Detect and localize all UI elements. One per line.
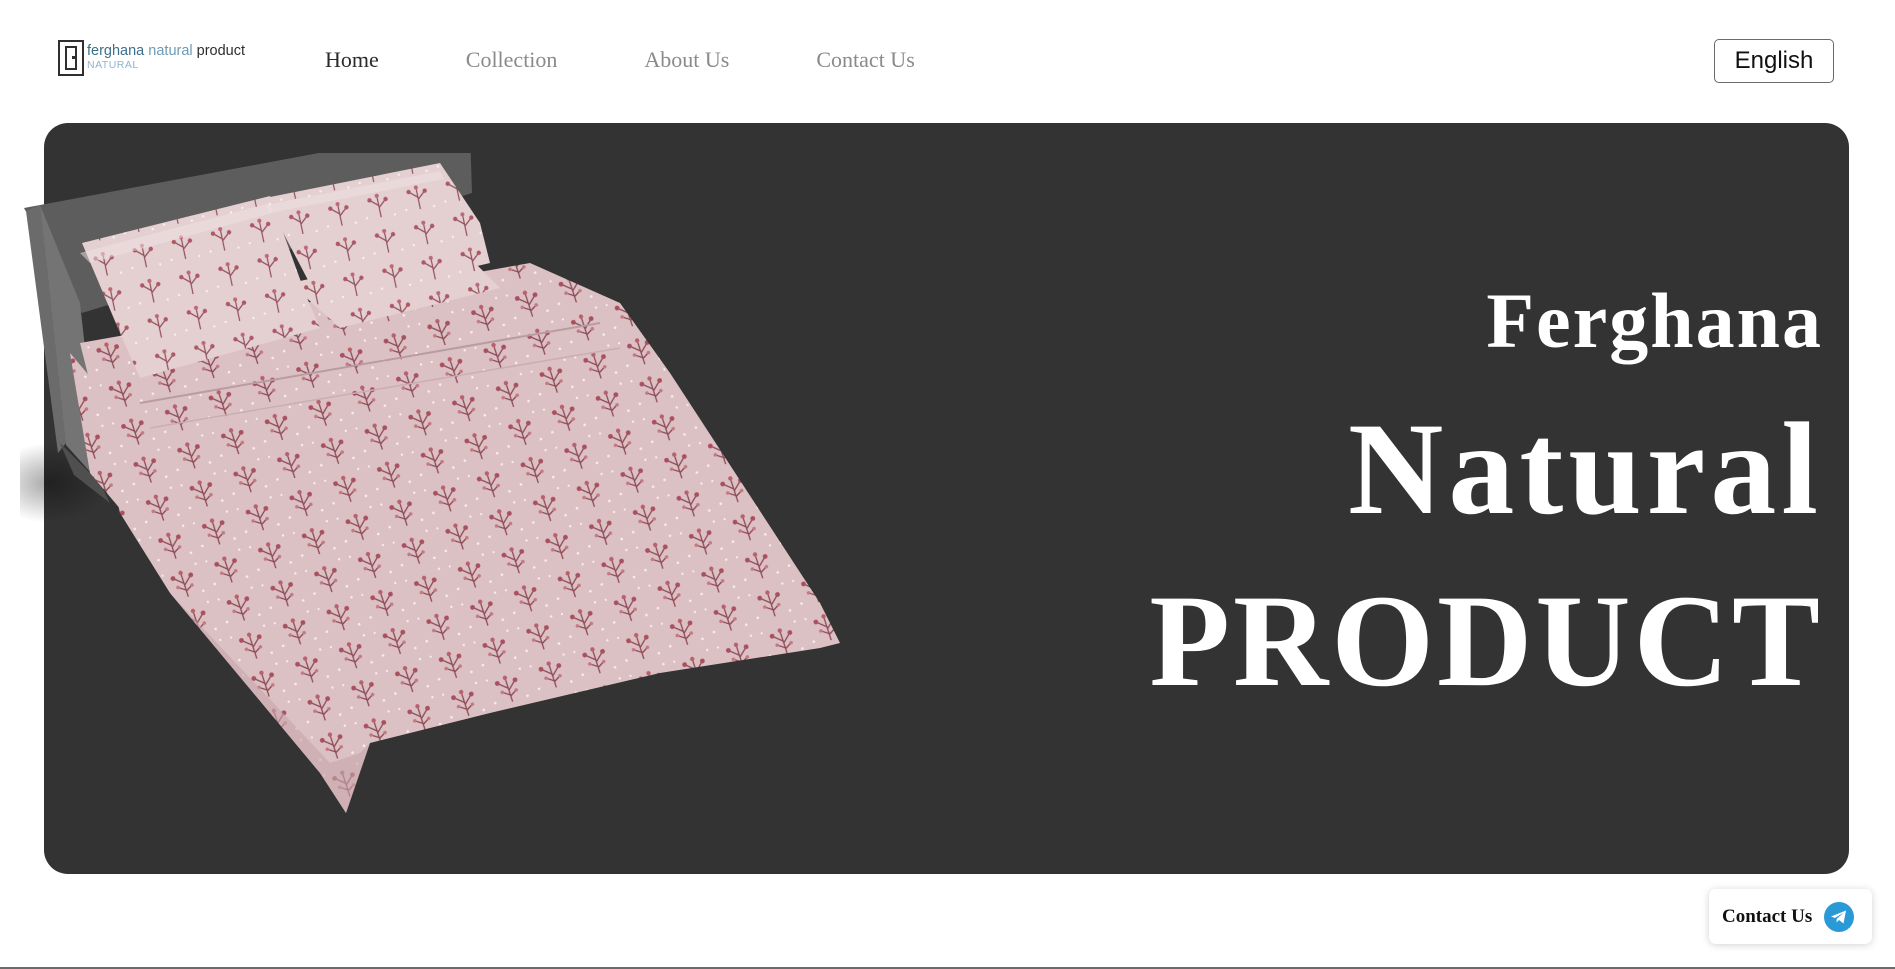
hero-title: Ferghana Natural PRODUCT [1149,275,1823,723]
nav-collection[interactable]: Collection [466,46,558,74]
site-header: ferghana natural product NATURAL Home Co… [0,0,1895,122]
hero-title-line-2: Natural [1348,395,1823,542]
nav-home[interactable]: Home [325,46,379,74]
logo[interactable]: ferghana natural product NATURAL [58,40,245,76]
bed-image [20,153,840,813]
nav-contact-us[interactable]: Contact Us [816,46,914,74]
hero-title-line-1: Ferghana [1486,277,1823,364]
logo-text: ferghana natural product NATURAL [87,44,245,72]
floating-contact-button[interactable]: Contact Us [1709,889,1872,944]
logo-subtitle: NATURAL [87,59,139,71]
logo-word-product: product [196,43,246,59]
logo-word-ferghana: ferghana [87,43,145,59]
nav-about-us[interactable]: About Us [644,46,729,74]
hero-banner: Ferghana Natural PRODUCT [20,123,1849,874]
main-nav: Home Collection About Us Contact Us [325,46,1002,74]
hero-title-line-3: PRODUCT [1149,567,1823,714]
language-select-button[interactable]: English [1714,39,1834,83]
page: ferghana natural product NATURAL Home Co… [0,0,1895,969]
door-logo-icon [58,40,84,76]
logo-word-natural: natural [148,43,193,59]
telegram-icon [1824,901,1855,932]
floating-contact-label: Contact Us [1722,905,1813,927]
